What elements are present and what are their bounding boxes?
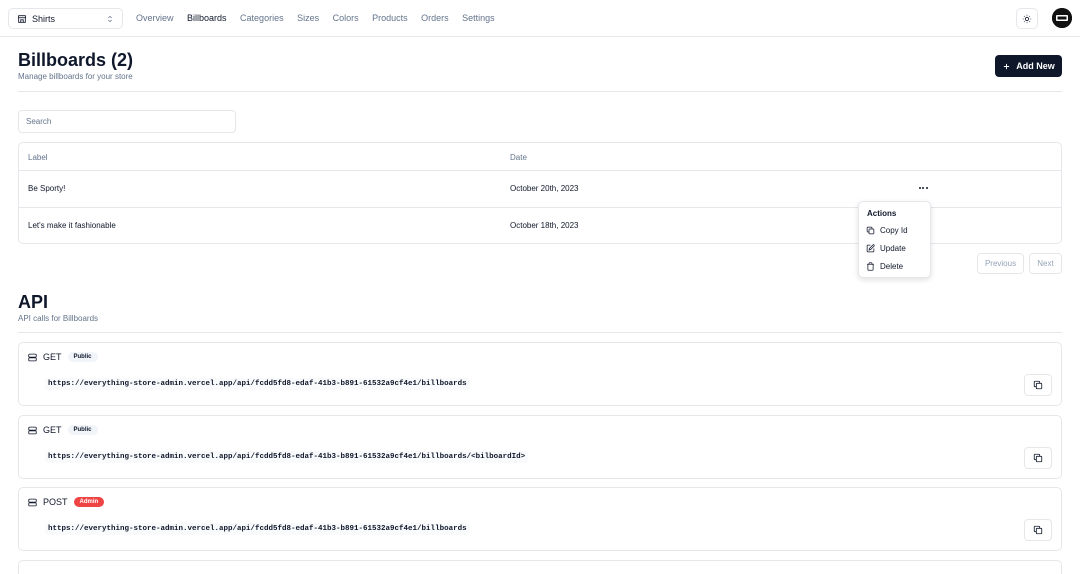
divider [18,91,1062,92]
api-url: https://everything-store-admin.vercel.ap… [45,451,529,463]
add-new-label: Add New [1016,61,1055,71]
api-route-card: POST Admin https://everything-store-admi… [18,487,1062,551]
server-icon [28,498,37,506]
main-nav: Overview Billboards Categories Sizes Col… [136,13,508,23]
access-badge: Public [67,352,98,362]
column-header-date: Date [510,153,527,162]
row-divider [19,170,1061,171]
row-date: October 18th, 2023 [510,221,579,230]
copy-icon [1033,453,1043,463]
page-subtitle: Manage billboards for your store [18,72,133,81]
copy-icon [1033,525,1043,535]
api-route-card: GET Public https://everything-store-admi… [18,415,1062,479]
server-icon [28,426,37,434]
api-method: GET [43,425,62,435]
column-header-label: Label [28,153,48,162]
copy-url-button[interactable] [1024,447,1052,469]
api-method: GET [43,352,62,362]
row-label: Let's make it fashionable [28,221,116,230]
server-icon [28,353,37,361]
menu-item-delete[interactable]: Delete [866,262,903,271]
copy-icon [1033,380,1043,390]
nav-categories[interactable]: Categories [240,13,284,23]
api-method: POST [43,497,68,507]
trash-icon [867,262,874,271]
store-icon [17,14,27,24]
page-title: Billboards (2) [18,50,134,70]
actions-menu-title: Actions [867,209,897,218]
nav-overview[interactable]: Overview [136,13,174,23]
menu-item-update[interactable]: Update [866,244,906,253]
menu-item-copy-id[interactable]: Copy Id [866,226,908,235]
edit-icon [866,244,875,253]
top-navbar: Shirts Overview Billboards Categories Si… [0,0,1080,37]
api-section-title: API [18,292,49,312]
nav-billboards[interactable]: Billboards [187,13,227,23]
copy-url-button[interactable] [1024,374,1052,396]
add-new-button[interactable]: Add New [995,55,1062,77]
api-route-card [18,560,1062,574]
api-url: https://everything-store-admin.vercel.ap… [45,523,470,535]
previous-button[interactable]: Previous [977,253,1024,274]
more-horizontal-icon[interactable] [916,183,930,193]
nav-sizes[interactable]: Sizes [297,13,319,23]
next-button[interactable]: Next [1029,253,1062,274]
api-url: https://everything-store-admin.vercel.ap… [45,378,470,390]
copy-icon [866,226,875,235]
nav-colors[interactable]: Colors [333,13,359,23]
access-badge: Admin [73,497,105,507]
search-input[interactable] [18,110,236,133]
nav-products[interactable]: Products [372,13,408,23]
api-route-card: GET Public https://everything-store-admi… [18,342,1062,406]
sun-icon [1022,14,1032,23]
theme-toggle-button[interactable] [1016,8,1038,29]
actions-dropdown: Actions Copy Id Update Delete [858,201,931,278]
row-label: Be Sporty! [28,184,66,193]
store-switcher[interactable]: Shirts [8,8,123,29]
chevrons-up-down-icon [106,14,114,24]
divider [18,332,1062,333]
store-name: Shirts [32,13,56,24]
menu-item-label: Copy Id [880,226,908,235]
row-date: October 20th, 2023 [510,184,579,193]
nav-orders[interactable]: Orders [421,13,449,23]
user-avatar[interactable] [1052,8,1072,28]
api-section-subtitle: API calls for Billboards [18,314,99,323]
copy-url-button[interactable] [1024,519,1052,541]
avatar-image-icon [1052,8,1072,28]
plus-icon [1004,63,1010,69]
access-badge: Public [67,425,98,435]
nav-settings[interactable]: Settings [462,13,495,23]
menu-item-label: Delete [880,262,904,271]
menu-item-label: Update [880,244,906,253]
